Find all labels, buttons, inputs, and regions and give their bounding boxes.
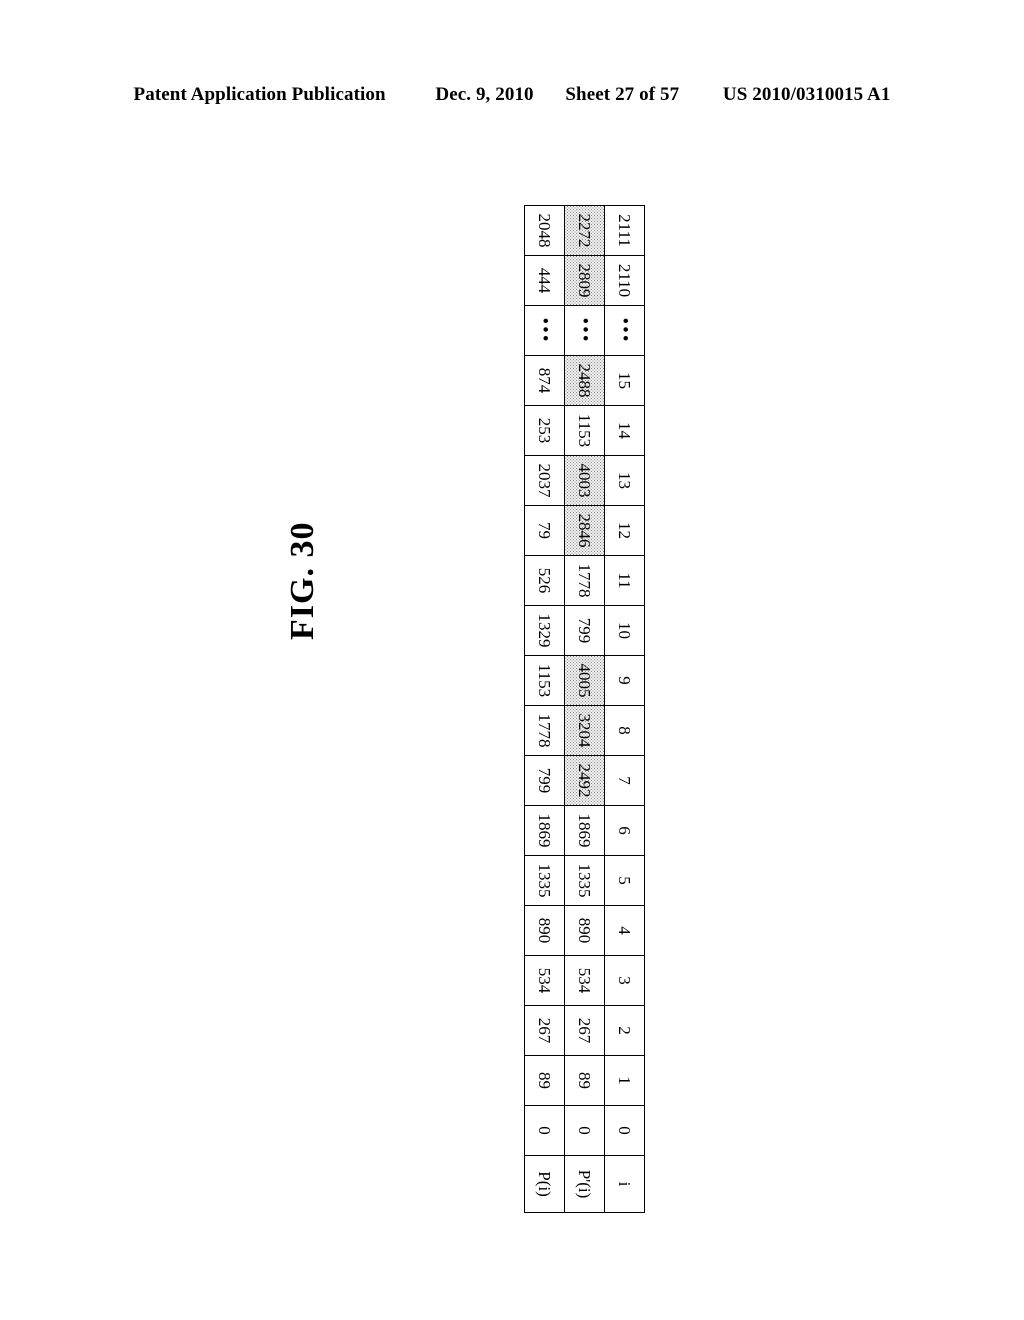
table-cell-p-12: 79 — [524, 505, 565, 556]
table-cell-index-2111: 2111 — [604, 205, 645, 256]
table-row-p: P(i) 0 89 267 534 890 1335 1869 799 1778 1153 1329 5… — [524, 205, 565, 1213]
figure-table-container: i 0 1 2 3 4 5 6 7 8 9 10 11 12 13 14 15 ••• 2110 2111 P'(i)… — [524, 205, 645, 1213]
table-cell-p-prime-5: 1335 — [564, 855, 605, 906]
sheet-number: Sheet 27 of 57 — [565, 84, 680, 105]
table-cell-index-6: 6 — [604, 805, 645, 856]
ellipsis-glyph: ••• — [614, 317, 635, 344]
table-cell-index-11: 11 — [604, 555, 645, 606]
table-cell-p-prime-10: 799 — [564, 605, 605, 656]
patent-number: US 2010/0310015 A1 — [722, 84, 891, 105]
table-cell-index-2110: 2110 — [604, 255, 645, 306]
table-cell-ellipsis-index: ••• — [604, 305, 645, 356]
table-cell-p-prime-14: 1153 — [564, 405, 605, 456]
table-cell-p-prime-1: 89 — [564, 1055, 605, 1106]
table-cell-p-3: 534 — [524, 955, 565, 1006]
table-cell-p-15: 874 — [524, 355, 565, 406]
table-cell-index-9: 9 — [604, 655, 645, 706]
publication-label: Patent Application Publication — [133, 84, 386, 105]
table-cell-ellipsis-p: ••• — [524, 305, 565, 356]
table-cell-index-1: 1 — [604, 1055, 645, 1106]
table-cell-p-prime-15: 2488 — [564, 355, 605, 406]
table-cell-ellipsis-p-prime: ••• — [564, 305, 605, 356]
table-cell-index-2: 2 — [604, 1005, 645, 1056]
table-cell-p-0: 0 — [524, 1105, 565, 1156]
table-cell-index-5: 5 — [604, 855, 645, 906]
figure-title: FIG. 30 — [284, 521, 321, 640]
table-cell-p-prime-11: 1778 — [564, 555, 605, 606]
table-cell-index-8: 8 — [604, 705, 645, 756]
page-header: Patent Application Publication Dec. 9, 2… — [0, 84, 1024, 106]
table-cell-p-prime-7: 2492 — [564, 755, 605, 806]
table-cell-index-7: 7 — [604, 755, 645, 806]
table-cell-index-12: 12 — [604, 505, 645, 556]
table-cell-p-6: 1869 — [524, 805, 565, 856]
table-cell-p-9: 1153 — [524, 655, 565, 706]
table-cell-index-10: 10 — [604, 605, 645, 656]
table-cell-p-8: 1778 — [524, 705, 565, 756]
table-cell-p-prime-2: 267 — [564, 1005, 605, 1056]
table-cell-p-prime-4: 890 — [564, 905, 605, 956]
table-cell-p-prime-12: 2846 — [564, 505, 605, 556]
table-cell-index-3: 3 — [604, 955, 645, 1006]
table-cell-p-prime-6: 1869 — [564, 805, 605, 856]
table-cell-p-2111: 2048 — [524, 205, 565, 256]
table-cell-p-7: 799 — [524, 755, 565, 806]
table-cell-p-prime-13: 4003 — [564, 455, 605, 506]
table-cell-p-prime-0: 0 — [564, 1105, 605, 1156]
ellipsis-glyph: ••• — [534, 317, 555, 344]
table-cell-p-prime-9: 4005 — [564, 655, 605, 706]
table-row-p-prime: P'(i) 0 89 267 534 890 1335 1869 2492 3204 4005 799… — [564, 205, 605, 1213]
table-row-index: i 0 1 2 3 4 5 6 7 8 9 10 11 12 13 14 15 ••• 2110 2111 — [604, 205, 645, 1213]
table-cell-p-2110: 444 — [524, 255, 565, 306]
publication-date: Dec. 9, 2010 — [435, 84, 534, 105]
table-cell-index-14: 14 — [604, 405, 645, 456]
table-cell-p-2: 267 — [524, 1005, 565, 1056]
table-cell-p-4: 890 — [524, 905, 565, 956]
figure-table: i 0 1 2 3 4 5 6 7 8 9 10 11 12 13 14 15 ••• 2110 2111 P'(i)… — [524, 205, 645, 1213]
table-cell-index-4: 4 — [604, 905, 645, 956]
table-cell-p-13: 2037 — [524, 455, 565, 506]
table-cell-index-13: 13 — [604, 455, 645, 506]
table-cell-p-prime-2110: 2809 — [564, 255, 605, 306]
row-label-index: i — [604, 1155, 645, 1213]
table-cell-p-14: 253 — [524, 405, 565, 456]
ellipsis-glyph: ••• — [574, 317, 595, 344]
table-cell-p-prime-2111: 2272 — [564, 205, 605, 256]
table-cell-p-prime-3: 534 — [564, 955, 605, 1006]
table-cell-p-5: 1335 — [524, 855, 565, 906]
table-cell-p-10: 1329 — [524, 605, 565, 656]
table-cell-index-0: 0 — [604, 1105, 645, 1156]
table-cell-p-1: 89 — [524, 1055, 565, 1106]
table-cell-index-15: 15 — [604, 355, 645, 406]
table-cell-p-11: 526 — [524, 555, 565, 606]
table-cell-p-prime-8: 3204 — [564, 705, 605, 756]
row-label-p-prime: P'(i) — [564, 1155, 605, 1213]
row-label-p: P(i) — [524, 1155, 565, 1213]
